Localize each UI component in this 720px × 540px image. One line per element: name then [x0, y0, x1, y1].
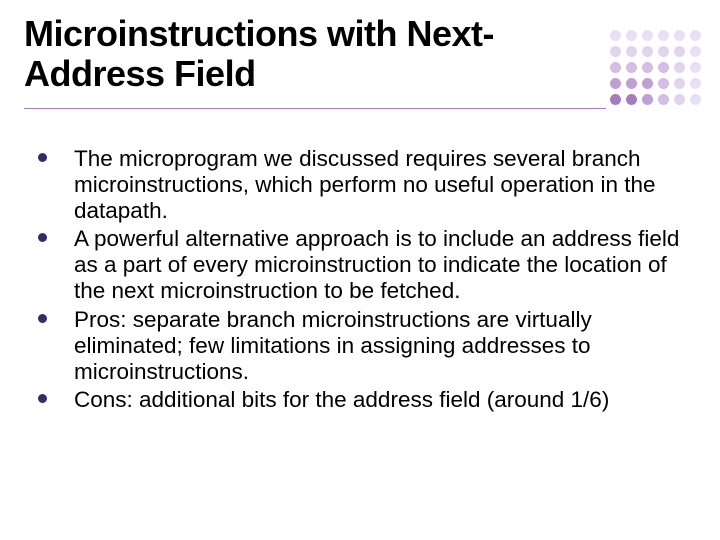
dot-icon — [674, 62, 685, 73]
list-item-text: Cons: additional bits for the address fi… — [74, 387, 609, 412]
list-item-text: A powerful alternative approach is to in… — [74, 226, 679, 303]
slide-title: Microinstructions with Next-Address Fiel… — [24, 14, 584, 95]
dot-icon — [642, 94, 653, 105]
dot-icon — [690, 78, 701, 89]
dot-icon — [626, 62, 637, 73]
dot-icon — [690, 30, 701, 41]
dot-icon — [610, 94, 621, 105]
bullet-icon — [38, 394, 47, 403]
dot-icon — [642, 62, 653, 73]
dot-icon — [690, 46, 701, 57]
title-underline — [24, 108, 606, 109]
list-item: A powerful alternative approach is to in… — [30, 226, 680, 304]
dot-icon — [690, 62, 701, 73]
list-item: Cons: additional bits for the address fi… — [30, 387, 680, 413]
dot-icon — [642, 30, 653, 41]
dot-icon — [658, 46, 669, 57]
dot-icon — [626, 46, 637, 57]
dot-icon — [674, 94, 685, 105]
dot-icon — [642, 78, 653, 89]
dot-icon — [610, 78, 621, 89]
decorative-dot-grid — [610, 30, 706, 106]
dot-icon — [658, 62, 669, 73]
bullet-icon — [38, 153, 47, 162]
bullet-icon — [38, 233, 47, 242]
list-item-text: The microprogram we discussed requires s… — [74, 146, 656, 223]
bullet-list: The microprogram we discussed requires s… — [30, 146, 680, 413]
list-item: The microprogram we discussed requires s… — [30, 146, 680, 224]
dot-icon — [658, 94, 669, 105]
dot-icon — [626, 94, 637, 105]
dot-icon — [674, 30, 685, 41]
dot-icon — [690, 94, 701, 105]
content-area: The microprogram we discussed requires s… — [30, 146, 680, 415]
dot-icon — [642, 46, 653, 57]
dot-icon — [674, 78, 685, 89]
dot-icon — [626, 78, 637, 89]
list-item: Pros: separate branch microinstructions … — [30, 307, 680, 385]
dot-icon — [674, 46, 685, 57]
dot-icon — [658, 78, 669, 89]
dot-icon — [610, 30, 621, 41]
list-item-text: Pros: separate branch microinstructions … — [74, 307, 592, 384]
bullet-icon — [38, 314, 47, 323]
dot-icon — [658, 30, 669, 41]
dot-icon — [626, 30, 637, 41]
dot-icon — [610, 62, 621, 73]
slide: Microinstructions with Next-Address Fiel… — [0, 0, 720, 540]
dot-icon — [610, 46, 621, 57]
